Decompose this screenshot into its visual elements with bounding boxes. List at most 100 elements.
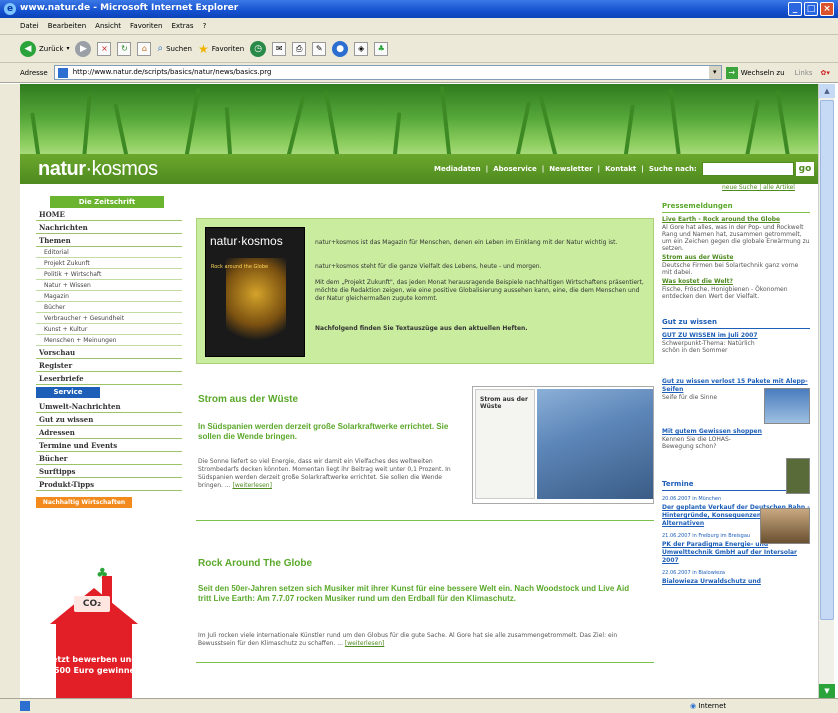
termine-title[interactable]: Bialowieza Urwaldschutz und [662, 578, 810, 586]
research-icon[interactable]: ◈ [354, 41, 369, 56]
edit-icon[interactable]: ✎ [312, 41, 327, 56]
intro-paragraph: natur+kosmos steht für die ganze Vielfal… [315, 263, 542, 270]
press-item-title[interactable]: Strom aus der Wüste [662, 254, 810, 262]
menu-favoriten[interactable]: Favoriten [130, 22, 162, 34]
nav-item-register[interactable]: Register [36, 359, 182, 372]
nav-item-buecher[interactable]: Bücher [36, 452, 182, 465]
soap-thumbnail[interactable] [786, 458, 810, 494]
nav-subitem[interactable]: Verbraucher + Gesundheit [36, 313, 182, 324]
messenger-icon[interactable]: ● [332, 40, 349, 57]
nav-kontakt[interactable]: Kontakt [605, 165, 636, 173]
nav-newsletter[interactable]: Newsletter [549, 165, 592, 173]
menu-ansicht[interactable]: Ansicht [95, 22, 121, 34]
nav-subitem[interactable]: Kunst + Kultur [36, 324, 182, 335]
window-controls: _ □ × [788, 2, 834, 16]
nav-subitem[interactable]: Bücher [36, 302, 182, 313]
scroll-down-icon[interactable]: ▼ [819, 684, 835, 698]
scroll-up-icon[interactable]: ▲ [819, 84, 835, 98]
mail-icon[interactable]: ✉ [272, 41, 287, 56]
gut-item-text: Kennen Sie die LOHAS-Bewegung schon? [662, 436, 731, 450]
address-bar: Adresse http://www.natur.de/scripts/basi… [0, 63, 838, 83]
article-body: Die Sonne liefert so viel Energie, dass … [198, 458, 451, 489]
address-url: http://www.natur.de/scripts/basics/natur… [72, 68, 272, 76]
translate-icon[interactable]: ♣ [374, 41, 389, 56]
address-input[interactable]: http://www.natur.de/scripts/basics/natur… [53, 65, 722, 80]
back-button[interactable]: ◀ Zurück ▾ [20, 40, 70, 57]
magazine-headline: Rock around the Globe [211, 264, 269, 270]
vertical-scrollbar[interactable]: ▲ ▼ [818, 84, 835, 698]
menu-help[interactable]: ? [203, 22, 207, 34]
back-arrow-icon: ◀ [20, 40, 36, 57]
refresh-icon[interactable]: ↻ [117, 41, 132, 56]
forward-button[interactable]: ▶ [75, 40, 92, 57]
press-item-title[interactable]: Was kostet die Welt? [662, 278, 810, 286]
home-icon[interactable]: ⌂ [137, 41, 152, 56]
nav-item-nachrichten[interactable]: Nachrichten [36, 221, 182, 234]
left-navigation: Die Zeitschrift HOME Nachrichten Themen … [36, 196, 182, 508]
shopping-thumbnail[interactable] [760, 508, 810, 544]
history-icon[interactable]: ◷ [250, 40, 267, 57]
nav-item-umwelt-nachrichten[interactable]: Umwelt-Nachrichten [36, 400, 182, 413]
nav-item-gut-zu-wissen[interactable]: Gut zu wissen [36, 413, 182, 426]
menu-bearbeiten[interactable]: Bearbeiten [48, 22, 86, 34]
menu-datei[interactable]: Datei [20, 22, 39, 34]
menu-extras[interactable]: Extras [171, 22, 193, 34]
nav-separator: | [485, 165, 489, 173]
favorites-button[interactable]: ★ Favoriten [198, 42, 244, 56]
maximize-button[interactable]: □ [804, 2, 818, 16]
nav-item-produkt-tipps[interactable]: Produkt-Tipps [36, 478, 182, 491]
nachhaltig-wirtschaften-banner[interactable]: Nachhaltig Wirtschaften [36, 497, 132, 508]
magazine-cover[interactable]: natur·kosmos Rock around the Globe [205, 227, 305, 357]
security-zone: ◉ Internet [690, 702, 727, 710]
nav-mediadaten[interactable]: Mediadaten [434, 165, 481, 173]
go-button[interactable]: → Wechseln zu [725, 66, 785, 79]
co2-house-ad[interactable]: ♣ CO₂ Jetzt bewerben und 2.500 Euro gewi… [36, 566, 150, 698]
termine-date: 20.06.2007 in München [662, 496, 722, 502]
nav-subitem[interactable]: Politik + Wirtschaft [36, 269, 182, 280]
weiterlesen-link[interactable]: [weiterlesen] [345, 640, 384, 647]
nav-subitem[interactable]: Natur + Wissen [36, 280, 182, 291]
site-search-input[interactable] [702, 162, 794, 176]
nav-item-leserbriefe[interactable]: Leserbriefe [36, 372, 182, 385]
nav-item-termine[interactable]: Termine und Events [36, 439, 182, 452]
nav-subitem[interactable]: Menschen + Meinungen [36, 335, 182, 346]
nav-item-adressen[interactable]: Adressen [36, 426, 182, 439]
article-title-strom[interactable]: Strom aus der Wüste [198, 394, 298, 405]
site-search-go-button[interactable]: go [796, 162, 814, 176]
nav-subitem[interactable]: Editorial [36, 247, 182, 258]
stop-icon[interactable]: × [97, 41, 112, 56]
termine-title[interactable]: PK der Paradigma Energie- und Umwelttech… [662, 541, 810, 565]
gut-item-title[interactable]: Mit gutem Gewissen shoppen [662, 428, 810, 436]
site-logo[interactable]: natur·kosmos [38, 158, 158, 181]
chevron-down-icon: ▾ [66, 45, 70, 52]
nav-aboservice[interactable]: Aboservice [493, 165, 536, 173]
article-image-solar[interactable]: Strom aus der Wüste [472, 386, 654, 504]
tools-icon[interactable]: ✿▾ [821, 69, 830, 77]
weiterlesen-link[interactable]: [weiterlesen] [233, 482, 272, 489]
nav-item-home[interactable]: HOME [36, 208, 182, 221]
article-lead: In Südspanien werden derzeit große Solar… [198, 422, 449, 441]
links-button[interactable]: Links [795, 69, 813, 77]
gut-item-title[interactable]: GUT ZU WISSEN im Juli 2007 [662, 332, 810, 340]
article-title-rock[interactable]: Rock Around The Globe [198, 558, 312, 569]
window-left-edge [0, 84, 20, 698]
nav-item-themen[interactable]: Themen [36, 234, 182, 247]
scroll-thumb[interactable] [820, 100, 834, 620]
page-status-icon [20, 701, 30, 711]
nav-header-service: Service [36, 387, 100, 398]
nav-item-surftipps[interactable]: Surftipps [36, 465, 182, 478]
print-icon[interactable]: ⎙ [292, 41, 307, 56]
nav-subitem[interactable]: Magazin [36, 291, 182, 302]
address-dropdown-icon[interactable]: ▾ [708, 66, 721, 79]
nav-subitem[interactable]: Projekt Zukunft [36, 258, 182, 269]
sea-thumbnail[interactable] [764, 388, 810, 424]
nav-item-vorschau[interactable]: Vorschau [36, 346, 182, 359]
minimize-button[interactable]: _ [788, 2, 802, 16]
top-nav: Mediadaten | Aboservice | Newsletter | K… [434, 165, 697, 173]
press-item-title[interactable]: Live Earth - Rock around the Globe [662, 216, 810, 224]
search-button[interactable]: ⌕ Suchen [157, 43, 192, 54]
search-links[interactable]: neue Suche | alle Artikel [722, 184, 795, 191]
close-button[interactable]: × [820, 2, 834, 16]
browser-toolbar: ◀ Zurück ▾ ▶ × ↻ ⌂ ⌕ Suchen ★ Favoriten … [0, 35, 838, 63]
intro-paragraph: natur+kosmos ist das Magazin für Mensche… [315, 239, 618, 246]
